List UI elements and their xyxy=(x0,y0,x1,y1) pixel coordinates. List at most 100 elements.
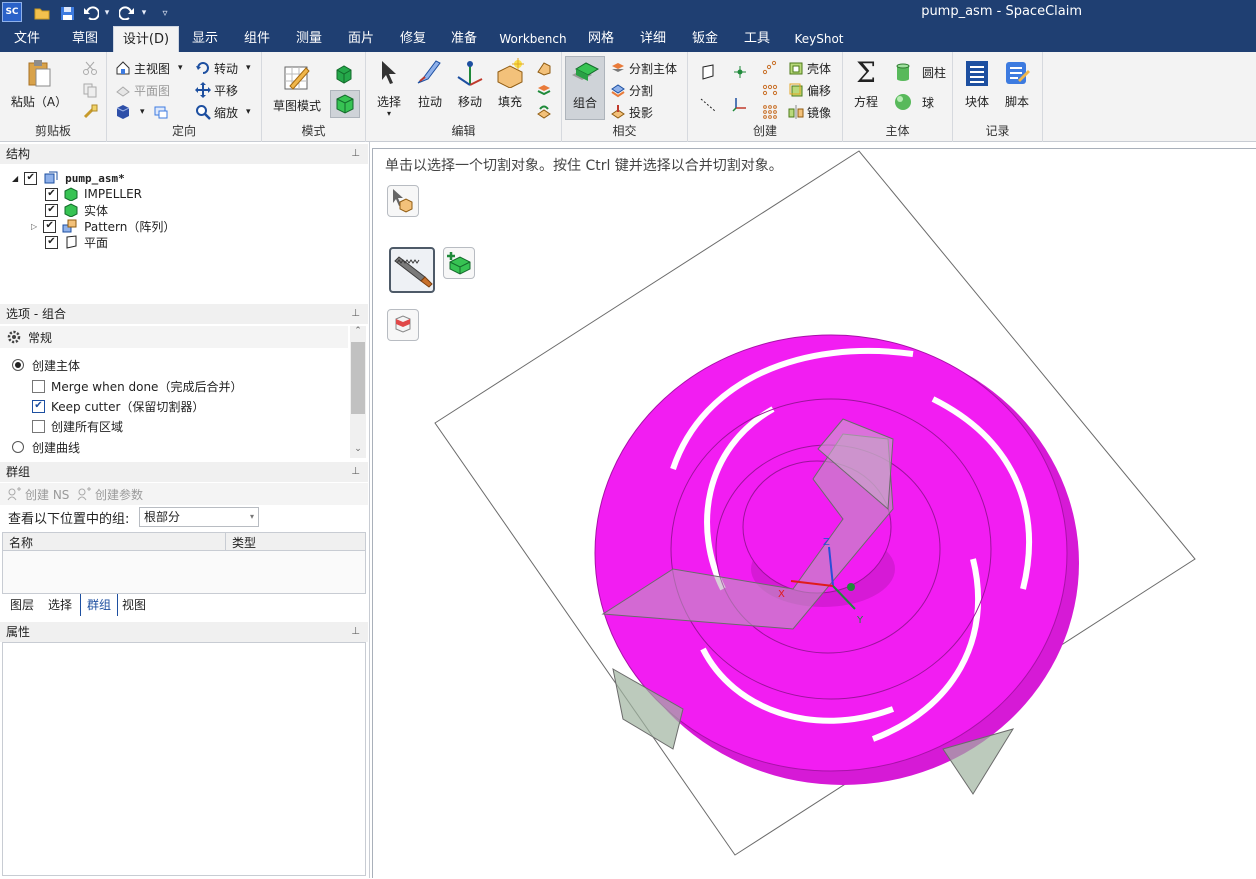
block-button[interactable]: 块体 xyxy=(959,58,995,110)
tree-checkbox[interactable]: ✔ xyxy=(24,171,38,185)
tree-item-plane[interactable]: ✔ 平面 xyxy=(45,234,108,250)
tab-measure[interactable]: 测量 xyxy=(288,26,330,52)
sphere-button[interactable]: 球 xyxy=(893,92,934,112)
project-button[interactable]: 投影 xyxy=(610,102,653,122)
cut-button[interactable] xyxy=(82,58,101,78)
replace-button[interactable] xyxy=(536,102,555,122)
tab-repair[interactable]: 修复 xyxy=(392,26,434,52)
tree-item-pattern[interactable]: ▷ ✔ Pattern（阵列） xyxy=(31,218,175,234)
tab-prepare[interactable]: 准备 xyxy=(443,26,485,52)
chevron-down-icon[interactable]: ▾ xyxy=(250,508,254,526)
tab-facets[interactable]: 面片 xyxy=(340,26,382,52)
select-button[interactable]: 选择 ▾ xyxy=(372,58,406,118)
move-button[interactable]: 移动 xyxy=(452,58,488,110)
tree-checkbox[interactable]: ✔ xyxy=(45,203,58,217)
tab-mesh[interactable]: 网格 xyxy=(580,26,622,52)
split-body-button[interactable]: 分割主体 xyxy=(610,58,677,78)
section-mode-button[interactable] xyxy=(332,62,356,86)
format-painter-button[interactable] xyxy=(82,102,101,122)
origin-button[interactable] xyxy=(732,94,751,114)
collapse-icon[interactable]: ◢ xyxy=(12,174,18,183)
rotate-button[interactable]: 转动 ▾ xyxy=(195,58,251,78)
point-button[interactable] xyxy=(732,62,751,82)
customize-icon[interactable]: ▿ xyxy=(158,3,172,23)
option-create-body[interactable]: 创建主体 xyxy=(12,356,80,374)
home-view-dropdown-icon[interactable]: ▾ xyxy=(178,63,183,73)
pin-icon[interactable]: ⊥ xyxy=(351,462,360,482)
shell-button[interactable]: 壳体 xyxy=(788,58,831,78)
3d-mode-button[interactable] xyxy=(330,90,360,118)
impeller-model[interactable] xyxy=(594,334,1079,795)
split-button[interactable]: 分割 xyxy=(610,80,653,100)
tab-sheetmetal[interactable]: 钣金 xyxy=(684,26,726,52)
blend-button[interactable] xyxy=(536,58,555,78)
equation-button[interactable]: Σ 方程 xyxy=(847,58,885,110)
tab-keyshot[interactable]: KeyShot xyxy=(790,26,848,52)
copy-button[interactable] xyxy=(82,80,101,100)
pin-icon[interactable]: ⊥ xyxy=(351,622,360,642)
home-view-button[interactable]: 主视图 ▾ xyxy=(115,58,183,78)
tab-file[interactable]: 文件 xyxy=(4,26,50,52)
option-create-all-regions[interactable]: 创建所有区域 xyxy=(32,417,123,435)
radio-create-curves[interactable] xyxy=(12,441,24,453)
redo-icon[interactable] xyxy=(118,3,136,23)
undo-dropdown-icon[interactable]: ▾ xyxy=(102,3,112,23)
cylinder-button[interactable]: 圆柱 xyxy=(893,62,946,82)
tab-views[interactable]: 视图 xyxy=(116,594,152,616)
rotate-dropdown-icon[interactable]: ▾ xyxy=(246,63,251,73)
paste-button[interactable]: 粘贴（A） xyxy=(8,58,70,110)
app-logo[interactable]: SC xyxy=(2,2,22,22)
circular-pattern-button[interactable] xyxy=(762,58,781,78)
open-icon[interactable] xyxy=(33,3,51,23)
tweak-face-button[interactable] xyxy=(536,80,555,100)
tab-sketch[interactable]: 草图 xyxy=(62,26,108,52)
script-button[interactable]: 脚本 xyxy=(999,58,1035,110)
checkbox-keep-cutter[interactable]: ✔ xyxy=(32,399,45,413)
options-section-general[interactable]: 常规 xyxy=(0,326,348,348)
tree-checkbox[interactable]: ✔ xyxy=(45,235,58,249)
radio-create-body[interactable] xyxy=(12,359,24,371)
redo-dropdown-icon[interactable]: ▾ xyxy=(139,3,149,23)
column-header-type[interactable]: 类型 xyxy=(232,534,256,551)
mirror-button[interactable]: 镜像 xyxy=(788,102,831,122)
column-header-name[interactable]: 名称 xyxy=(9,534,33,551)
tab-selection[interactable]: 选择 xyxy=(42,594,78,616)
pin-icon[interactable]: ⊥ xyxy=(351,144,360,164)
pull-button[interactable]: 拉动 xyxy=(412,58,448,110)
scroll-thumb[interactable] xyxy=(351,342,365,414)
expand-icon[interactable]: ▷ xyxy=(31,222,37,231)
combine-button[interactable]: 组合 xyxy=(565,56,605,120)
fill-pattern-button[interactable] xyxy=(762,102,781,122)
tree-checkbox[interactable]: ✔ xyxy=(45,187,58,201)
option-merge-when-done[interactable]: Merge when done（完成后合并） xyxy=(32,377,242,395)
fill-button[interactable]: 填充 xyxy=(492,58,528,110)
tab-tools[interactable]: 工具 xyxy=(736,26,778,52)
zoom-dropdown-icon[interactable]: ▾ xyxy=(246,107,251,117)
tree-root[interactable]: ◢ ✔ pump_asm* xyxy=(12,170,125,186)
option-keep-cutter[interactable]: ✔ Keep cutter（保留切割器） xyxy=(32,397,204,415)
scroll-down-icon[interactable]: ⌄ xyxy=(350,444,366,458)
offset-button[interactable]: 偏移 xyxy=(788,80,831,100)
option-create-curves[interactable]: 创建曲线 xyxy=(12,438,80,456)
tab-design[interactable]: 设计(D) xyxy=(113,26,179,52)
create-ns-button[interactable]: 创建 NS xyxy=(6,484,69,504)
tab-groups[interactable]: 群组 xyxy=(80,594,119,616)
graphics-viewport[interactable]: 单击以选择一个切割对象。按住 Ctrl 键并选择以合并切割对象。 Z X Y xyxy=(372,148,1256,878)
pin-icon[interactable]: ⊥ xyxy=(351,304,360,324)
view-cube-dropdown-icon[interactable]: ▾ xyxy=(140,107,145,117)
undo-icon[interactable] xyxy=(82,3,100,23)
tab-workbench[interactable]: Workbench xyxy=(498,26,568,52)
save-icon[interactable] xyxy=(58,3,76,23)
tree-item-impeller[interactable]: ✔ IMPELLER xyxy=(45,186,142,202)
plan-view-button[interactable]: 平面图 xyxy=(115,80,170,100)
sketch-mode-button[interactable]: 草图模式 xyxy=(268,62,326,114)
zoom-button[interactable]: 缩放 ▾ xyxy=(195,102,251,122)
view-cube-button[interactable]: ▾ xyxy=(115,102,172,122)
tab-assembly[interactable]: 组件 xyxy=(236,26,278,52)
plane-button[interactable] xyxy=(700,62,719,82)
tab-display[interactable]: 显示 xyxy=(184,26,226,52)
pan-button[interactable]: 平移 xyxy=(195,80,238,100)
groups-view-dropdown[interactable]: 根部分 ▾ xyxy=(139,507,259,527)
tree-item-solid[interactable]: ✔ 实体 xyxy=(45,202,108,218)
select-dropdown-icon[interactable]: ▾ xyxy=(387,110,391,118)
